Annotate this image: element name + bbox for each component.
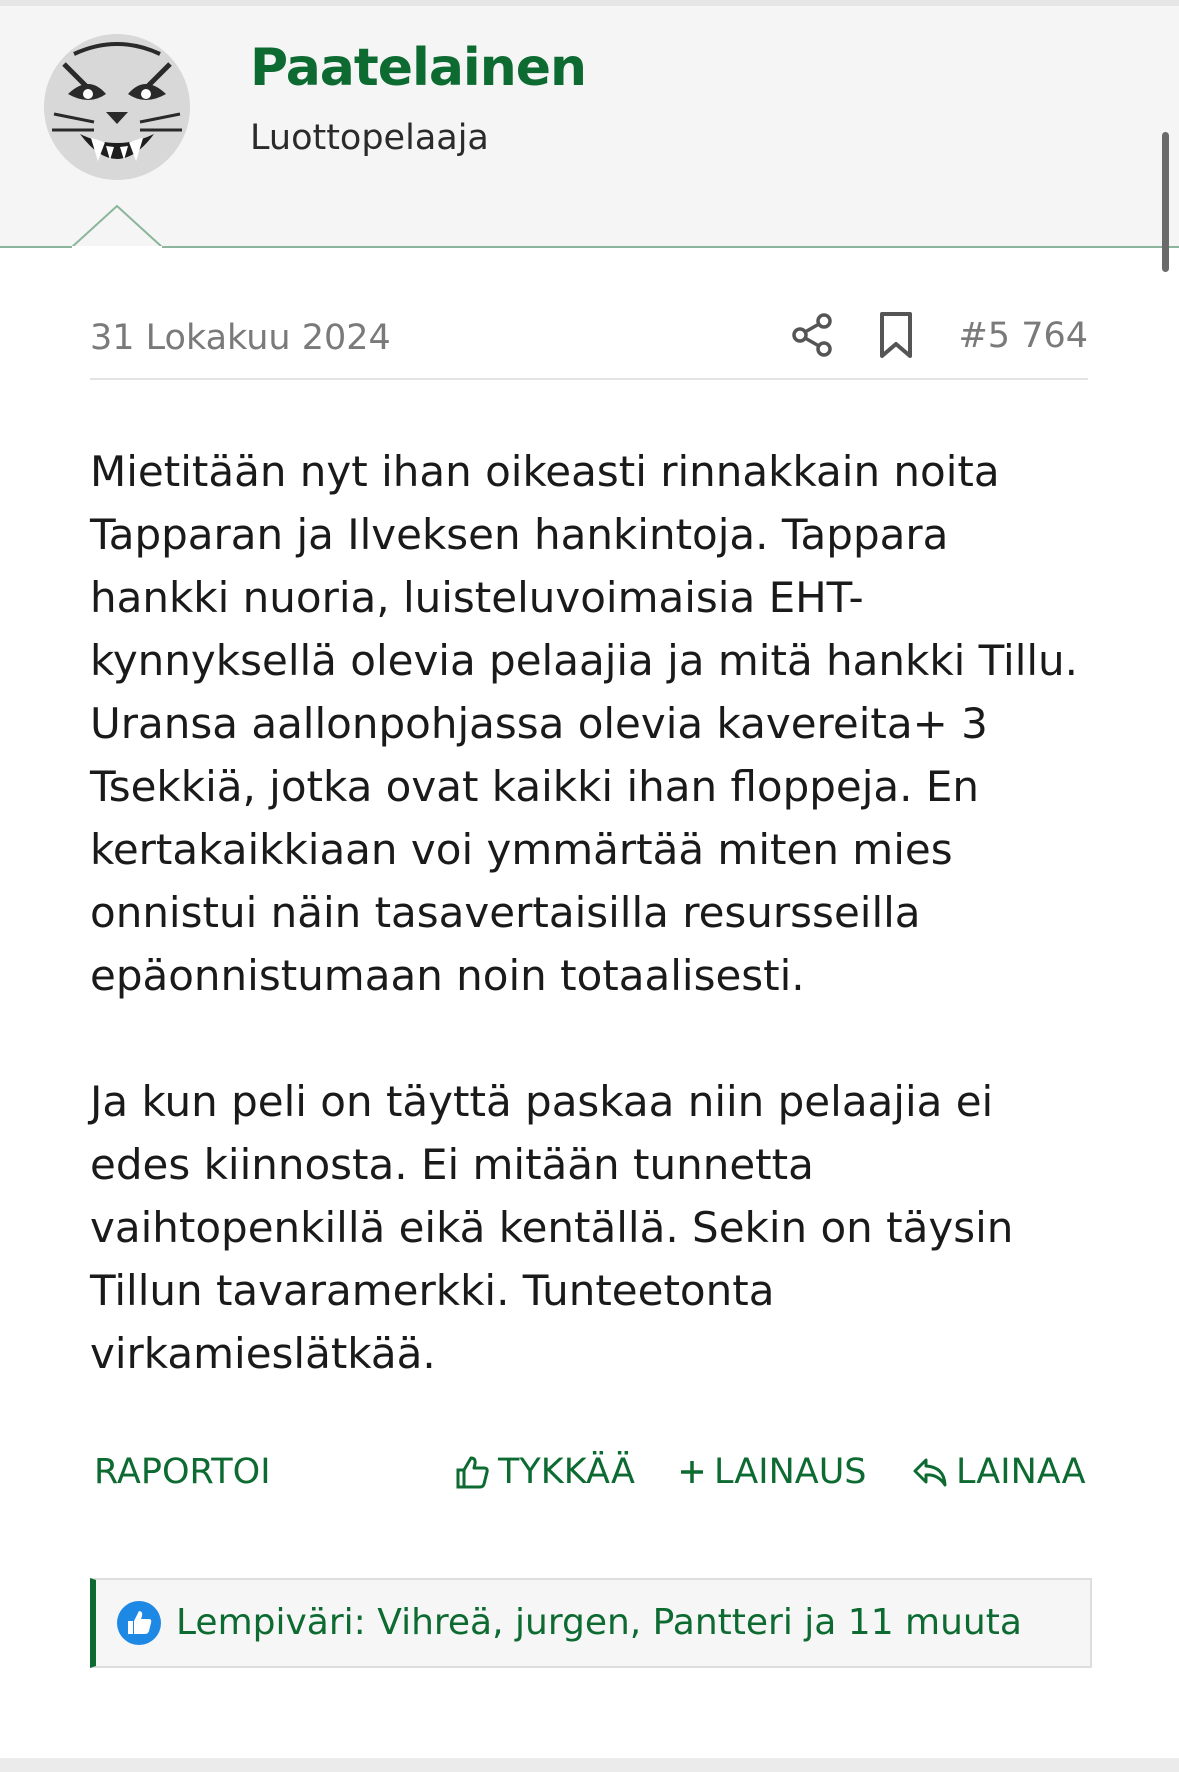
post-number-link[interactable]: #5 764 (958, 316, 1088, 356)
bottom-divider (0, 1758, 1179, 1772)
multiquote-label: LAINAUS (714, 1452, 867, 1492)
post-date[interactable]: 31 Lokakuu 2024 (90, 318, 391, 358)
plus-icon (681, 1461, 703, 1483)
username[interactable]: Paatelainen (250, 38, 587, 98)
reply-icon (913, 1458, 947, 1487)
post-meta: 31 Lokakuu 2024 #5 764 (90, 300, 1088, 380)
share-icon[interactable] (790, 312, 836, 358)
bookmark-icon[interactable] (874, 310, 918, 360)
header-pointer (72, 204, 162, 248)
reactions-list-link[interactable]: Lempiväri: Vihreä, jurgen, Pantteri ja 1… (176, 1602, 1022, 1643)
post-body-text: Mietitään nyt ihan oikeasti rinnakkain n… (90, 447, 1079, 1378)
user-title: Luottopelaaja (250, 118, 489, 158)
like-badge-icon (117, 1601, 161, 1645)
lynx-avatar-icon (44, 34, 190, 180)
thumbs-up-icon (456, 1456, 489, 1489)
like-button[interactable]: TYKKÄÄ (454, 1452, 635, 1492)
scrollbar-thumb[interactable] (1162, 132, 1169, 272)
user-avatar[interactable] (44, 34, 190, 180)
report-label: RAPORTOI (94, 1452, 271, 1492)
report-button[interactable]: RAPORTOI (94, 1452, 271, 1492)
quote-button[interactable]: LAINAA (912, 1452, 1086, 1492)
multiquote-button[interactable]: LAINAUS (678, 1452, 867, 1492)
like-label: TYKKÄÄ (498, 1452, 635, 1492)
reactions-bar[interactable]: Lempiväri: Vihreä, jurgen, Pantteri ja 1… (90, 1578, 1092, 1668)
quote-label: LAINAA (956, 1452, 1086, 1492)
top-divider (0, 0, 1179, 6)
post-actions: RAPORTOI TYKKÄÄ LAINAUS LAINAA (90, 1452, 1088, 1512)
post-header: Paatelainen Luottopelaaja (0, 0, 1179, 248)
